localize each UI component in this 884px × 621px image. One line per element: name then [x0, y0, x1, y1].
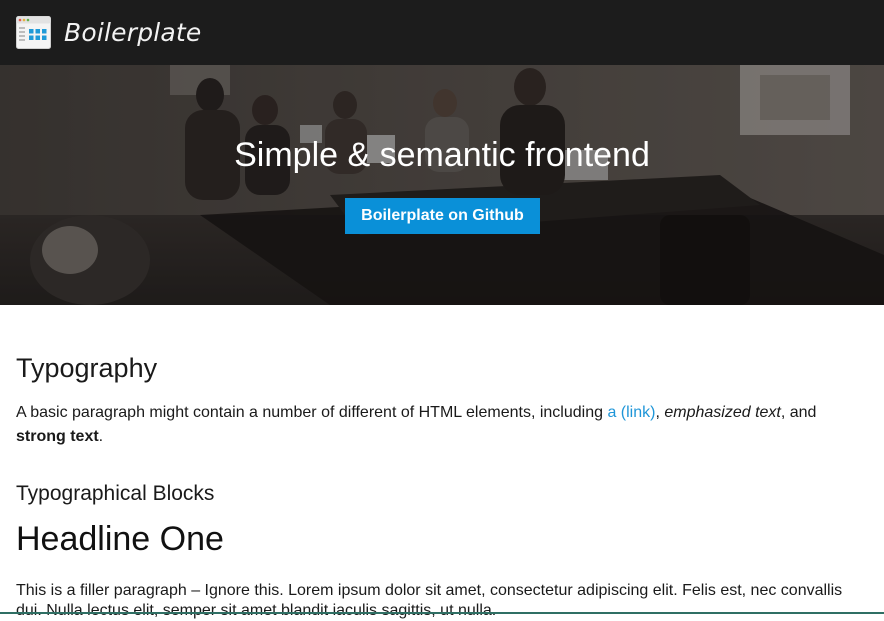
github-button[interactable]: Boilerplate on Github [345, 198, 540, 234]
hero-content: Simple & semantic frontend Boilerplate o… [0, 65, 884, 305]
hero-title: Simple & semantic frontend [234, 136, 650, 174]
paragraph-separator: , [655, 404, 665, 421]
headline-one: Headline One [16, 520, 224, 558]
hero-banner: Simple & semantic frontend Boilerplate o… [0, 65, 884, 305]
section-heading-typography: Typography [16, 353, 158, 383]
paragraph-text-mid: , and [780, 404, 817, 421]
paragraph-end: . [98, 428, 104, 445]
emphasized-text: emphasized text [664, 404, 781, 421]
top-navbar: Boilerplate [0, 0, 884, 65]
paragraph-text: A basic paragraph might contain a number… [16, 404, 608, 421]
home-logo-link[interactable]: Boilerplate [16, 16, 202, 49]
browser-window-icon [16, 16, 51, 49]
inline-link[interactable]: a (link) [607, 404, 655, 421]
filler-paragraph: This is a filler paragraph – Ignore this… [16, 582, 843, 619]
basic-paragraph: A basic paragraph might contain a number… [16, 401, 868, 449]
strong-text: strong text [16, 428, 99, 445]
subheading-typographical-blocks: Typographical Blocks [16, 482, 215, 505]
brand-name: Boilerplate [64, 18, 202, 47]
